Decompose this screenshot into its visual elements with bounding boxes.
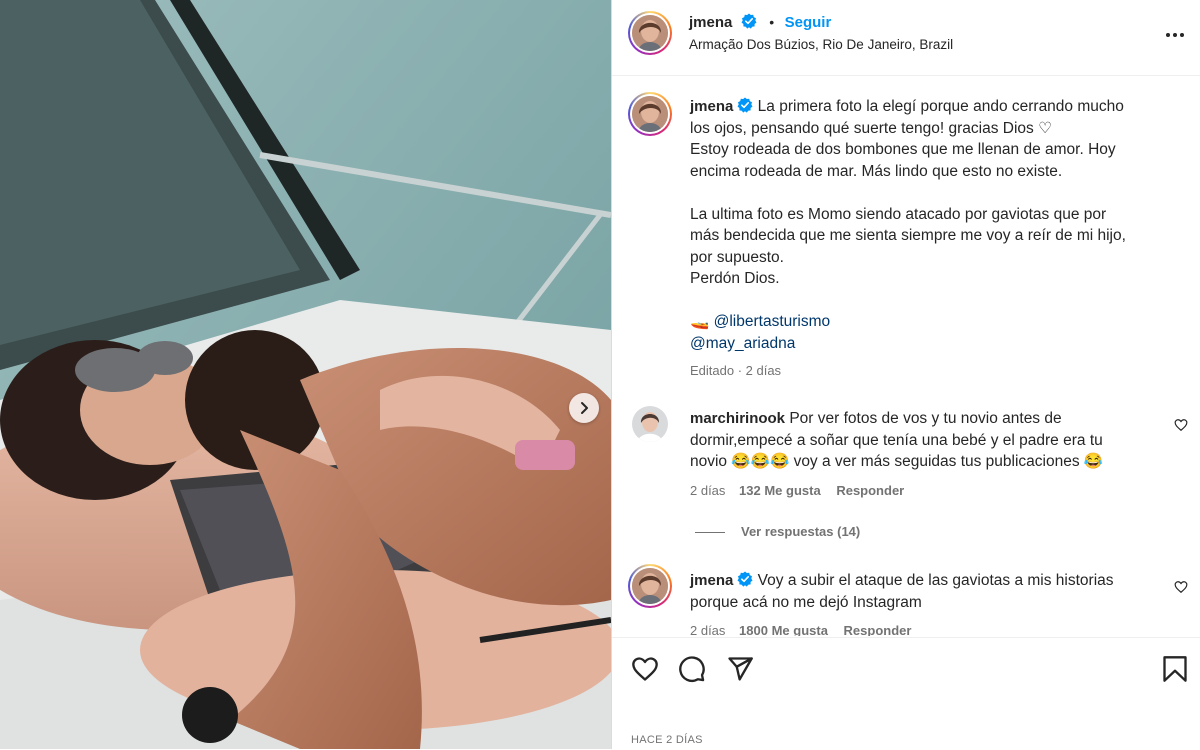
follow-button[interactable]: Seguir — [785, 14, 832, 31]
post-photo — [0, 0, 611, 749]
comment-meta: 2 días 132 Me gusta Responder — [690, 480, 1165, 502]
header-separator: • — [769, 14, 775, 30]
caption-meta: Editado · 2 días — [690, 363, 782, 378]
comment: jmena Voy a subir el ataque de las gavio… — [690, 570, 1165, 636]
comment: marchirinook Por ver fotos de vos y tu n… — [690, 408, 1165, 501]
caption-line: los ojos, pensando qué suerte tengo! gra… — [690, 119, 1053, 137]
comment-line: Por ver fotos de vos y tu novio antes de — [789, 410, 1062, 427]
caption-line: Perdón Dios. — [690, 270, 780, 287]
comment-icon[interactable] — [678, 655, 706, 683]
mention-link[interactable]: @libertasturismo — [714, 313, 831, 330]
paper-plane-icon[interactable] — [726, 655, 754, 683]
mention-link[interactable]: @may_ariadna — [690, 333, 1190, 355]
caption-line: encima rodeada de mar. Más lindo que est… — [690, 162, 1063, 180]
comment-line: porque acá no me dejó Instagram — [690, 593, 922, 611]
heart-icon[interactable] — [631, 655, 659, 683]
avatar-photo — [632, 406, 668, 442]
avatar-photo — [632, 15, 668, 51]
commenter-avatar[interactable] — [632, 406, 668, 442]
avatar-photo — [632, 568, 668, 604]
comment-likes[interactable]: 132 Me gusta — [739, 483, 821, 498]
caption-avatar[interactable] — [628, 92, 672, 136]
comment-line: Voy a subir el ataque de las gaviotas a … — [757, 572, 1114, 589]
verified-badge-icon — [741, 13, 757, 29]
chevron-right-icon — [581, 402, 588, 414]
comment-username[interactable]: jmena — [690, 572, 733, 589]
more-options-button[interactable] — [1164, 24, 1186, 51]
caption-username[interactable]: jmena — [690, 98, 733, 115]
caption-line: La primera foto la elegí porque ando cer… — [757, 98, 1124, 115]
heart-icon[interactable] — [1174, 580, 1188, 594]
comment-username[interactable]: marchirinook — [690, 410, 785, 427]
heart-icon[interactable] — [1174, 418, 1188, 432]
replies-divider — [695, 532, 725, 534]
author-avatar[interactable] — [628, 11, 672, 55]
view-replies-button[interactable]: Ver respuestas (14) — [695, 524, 860, 539]
caption-line: más bendecida que me sienta siempre me v… — [690, 227, 1126, 244]
post-side-panel: jmena • Seguir Armação Dos Búzios, Rio D… — [612, 0, 1200, 749]
comment-likes[interactable]: 1800 Me gusta — [739, 623, 828, 636]
commenter-avatar[interactable] — [628, 564, 672, 608]
comment-age: 2 días — [690, 482, 726, 498]
post-actions-bar: HACE 2 DÍAS — [612, 637, 1200, 750]
post-location[interactable]: Armação Dos Búzios, Rio De Janeiro, Braz… — [689, 37, 953, 52]
verified-badge-icon — [737, 97, 753, 113]
post-date[interactable]: HACE 2 DÍAS — [631, 734, 703, 746]
caption-line: Estoy rodeada de dos bombones que me lle… — [690, 141, 1116, 158]
more-options-icon — [1166, 33, 1184, 37]
header-title-row: jmena • Seguir — [689, 13, 831, 32]
post-header: jmena • Seguir Armação Dos Búzios, Rio D… — [612, 0, 1200, 76]
verified-badge-icon — [737, 571, 753, 587]
boat-emoji: 🚤 — [690, 313, 710, 330]
post-caption: jmena La primera foto la elegí porque an… — [690, 96, 1190, 382]
view-replies-label: Ver respuestas (14) — [741, 524, 861, 539]
post-media[interactable] — [0, 0, 611, 749]
comments-list[interactable]: jmena La primera foto la elegí porque an… — [612, 76, 1200, 636]
author-username[interactable]: jmena — [689, 14, 732, 31]
bookmark-icon[interactable] — [1162, 655, 1188, 683]
comment-line: novio 😂😂😂 voy a ver más seguidas tus pub… — [690, 453, 1104, 470]
avatar-photo — [632, 96, 668, 132]
caption-line: La ultima foto es Momo siendo atacado po… — [690, 205, 1107, 223]
caption-line: por supuesto. — [690, 248, 784, 266]
reply-button[interactable]: Responder — [836, 483, 904, 498]
comment-meta: 2 días 1800 Me gusta Responder — [690, 620, 1165, 636]
carousel-next-button[interactable] — [569, 393, 599, 423]
comment-line: dormir,empecé a soñar que tenía una bebé… — [690, 431, 1103, 449]
comment-age: 2 días — [690, 623, 726, 636]
reply-button[interactable]: Responder — [844, 623, 912, 636]
